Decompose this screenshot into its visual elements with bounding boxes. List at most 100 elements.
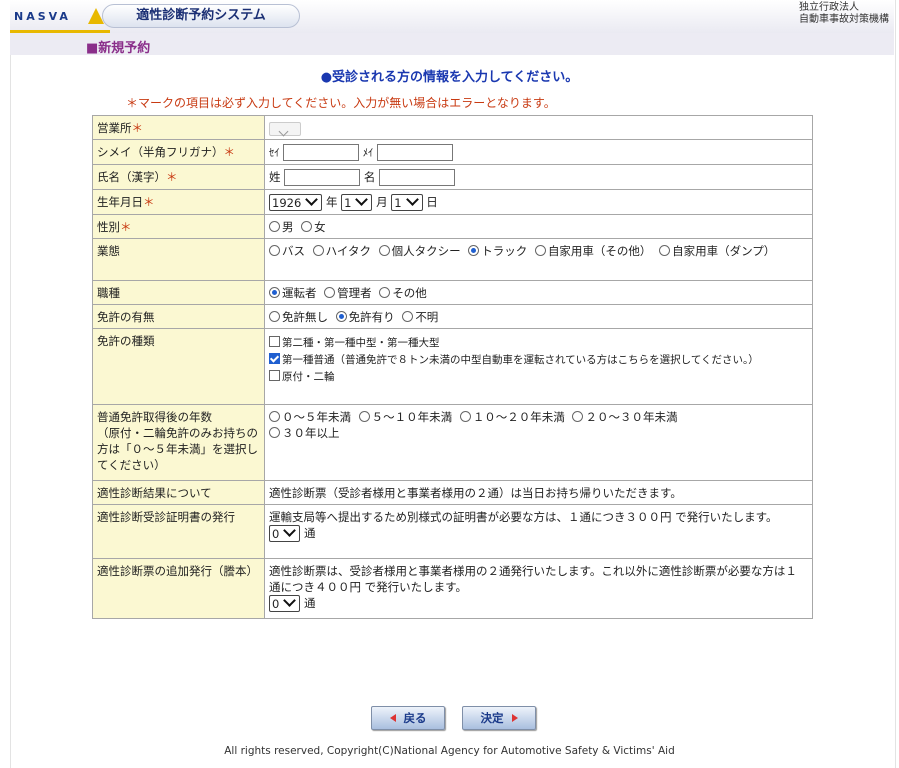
kanji-sei-label: 姓 <box>269 170 281 184</box>
certificate-text: 運輸支局等へ提出するため別様式の証明書が必要な方は、１通につき３００円 で発行い… <box>269 510 778 524</box>
row-job: 職種 運転者 管理者 その他 <box>92 280 813 305</box>
result-text: 適性診断票（受診者様用と事業者様用の２通）は当日お持ち帰りいただきます。 <box>264 480 813 505</box>
years-label: 普通免許取得後の年数 （原付・二輪免許のみお持ちの方は「０～５年未満」を選択して… <box>92 404 265 481</box>
row-birth: 生年月日＊ 1926 年 1 月 1 日 <box>92 189 813 215</box>
radio-selected <box>468 245 480 256</box>
confirm-button[interactable]: 決定 <box>462 706 536 730</box>
required-mark: ＊ <box>131 121 144 135</box>
years-option-30-plus[interactable]: ３０年以上 <box>269 426 340 440</box>
kana-label: シメイ（半角フリガナ）＊ <box>92 139 265 165</box>
row-license: 免許の有無 免許無し 免許有り 不明 <box>92 304 813 329</box>
business-option-private-taxi[interactable]: 個人タクシー <box>378 244 461 258</box>
chevron-down-icon <box>355 193 369 206</box>
extra-count-select[interactable]: 0 <box>269 594 301 612</box>
years-option-0-5[interactable]: ０～５年未満 <box>269 410 351 424</box>
row-extra: 適性診断票の追加発行（謄本） 適性診断票は、受診者様用と事業者様用の２通発行いた… <box>92 558 813 619</box>
license-type-option-2[interactable]: 第一種普通（普通免許で８トン未満の中型自動車を運転されている方はこちらを選択して… <box>269 352 784 368</box>
license-type-label: 免許の種類 <box>92 328 265 405</box>
office-label: 営業所＊ <box>92 115 265 140</box>
office-select[interactable] <box>269 121 301 136</box>
birth-year-unit: 年 <box>325 195 338 209</box>
checkbox <box>269 336 280 347</box>
org-line-2: 自動車事故対策機構 <box>799 14 889 25</box>
org-line-1: 独立行政法人 <box>799 2 859 13</box>
business-option-hire-taxi[interactable]: ハイタク <box>312 244 371 258</box>
kanji-mei-label: 名 <box>363 170 376 184</box>
row-result: 適性診断結果について 適性診断票（受診者様用と事業者様用の２通）は当日お持ち帰り… <box>92 480 813 505</box>
extra-label: 適性診断票の追加発行（謄本） <box>92 558 265 619</box>
license-option-none[interactable]: 免許無し <box>269 310 328 324</box>
arrow-right-icon <box>511 714 518 722</box>
intro-message: ●受診される方の情報を入力してください。 <box>320 70 579 85</box>
license-type-option-3[interactable]: 原付・二輪 <box>269 369 784 385</box>
logo-text: NASVA <box>14 10 71 23</box>
copyright-footer: All rights reserved, Copyright(C)Nationa… <box>224 745 675 757</box>
license-option-unknown[interactable]: 不明 <box>402 310 438 324</box>
row-business: 業態 バス ハイタク 個人タクシー トラック 自家用車（その他） 自家用車（ダン… <box>92 238 813 281</box>
birth-day-unit: 日 <box>426 195 438 209</box>
birth-month-select[interactable]: 1 <box>341 193 373 211</box>
app-title: 適性診断予約システム <box>102 4 300 28</box>
gender-option-male[interactable]: 男 <box>269 220 294 234</box>
row-kanji: 氏名（漢字）＊ 姓 名 <box>92 164 813 190</box>
patient-form: 営業所＊ シメイ（半角フリガナ）＊ ｾｲ ﾒｲ 氏名（漢字）＊ 姓 名 生年月日… <box>92 115 813 619</box>
certificate-count-select[interactable]: 0 <box>269 524 301 542</box>
required-mark: ＊ <box>120 220 132 234</box>
extra-unit: 通 <box>303 596 316 610</box>
radio-selected <box>335 311 347 322</box>
required-warning: ＊マークの項目は必ず入力してください。入力が無い場合はエラーとなります。 <box>126 96 556 110</box>
nasva-logo: NASVA <box>10 4 110 33</box>
organization-name: 独立行政法人 自動車事故対策機構 <box>799 2 889 26</box>
kana-mei-label: ﾒｲ <box>362 147 374 159</box>
checkbox-checked <box>269 353 280 364</box>
certificate-unit: 通 <box>303 526 316 540</box>
birth-label: 生年月日＊ <box>92 189 265 215</box>
job-label: 職種 <box>92 280 265 305</box>
row-kana: シメイ（半角フリガナ）＊ ｾｲ ﾒｲ <box>92 139 813 165</box>
years-option-20-30[interactable]: ２０～３０年未満 <box>572 410 677 424</box>
back-button[interactable]: 戻る <box>371 706 445 730</box>
required-mark: ＊ <box>166 170 178 184</box>
years-option-10-20[interactable]: １０～２０年未満 <box>459 410 565 424</box>
license-option-yes[interactable]: 免許有り <box>335 310 395 324</box>
birth-month-unit: 月 <box>376 195 388 209</box>
job-option-manager[interactable]: 管理者 <box>324 286 372 300</box>
business-option-bus[interactable]: バス <box>269 244 305 258</box>
certificate-label: 適性診断受診証明書の発行 <box>92 504 265 559</box>
row-certificate: 適性診断受診証明書の発行 運輸支局等へ提出するため別様式の証明書が必要な方は、１… <box>92 504 813 559</box>
license-type-option-1[interactable]: 第二種・第一種中型・第一種大型 <box>269 335 784 351</box>
kana-sei-input[interactable] <box>283 144 360 161</box>
kanji-sei-input[interactable] <box>284 169 361 186</box>
required-mark: ＊ <box>143 195 155 209</box>
business-option-private-other[interactable]: 自家用車（その他） <box>534 244 651 258</box>
job-option-other[interactable]: その他 <box>379 286 427 300</box>
kanji-mei-input[interactable] <box>378 169 455 186</box>
extra-text: 適性診断票は、受診者様用と事業者様用の２通発行いたします。これ以外に適性診断票が… <box>269 564 797 594</box>
arrow-left-icon <box>389 714 396 722</box>
chevron-down-icon <box>278 126 289 136</box>
business-option-truck[interactable]: トラック <box>468 244 527 258</box>
birth-year-select[interactable]: 1926 <box>269 193 323 211</box>
birth-day-select[interactable]: 1 <box>391 193 423 211</box>
required-mark: ＊ <box>223 145 236 159</box>
section-title: ■新規予約 <box>86 41 151 56</box>
chevron-down-icon <box>283 524 297 537</box>
result-label: 適性診断結果について <box>92 480 265 505</box>
years-option-5-10[interactable]: ５～１０年未満 <box>358 410 452 424</box>
radio-button <box>301 221 313 232</box>
row-license-type: 免許の種類 第二種・第一種中型・第一種大型 第一種普通（普通免許で８トン未満の中… <box>92 328 813 405</box>
kana-mei-input[interactable] <box>376 144 453 161</box>
checkbox <box>269 370 280 381</box>
radio-selected <box>269 287 280 298</box>
business-option-private-dump[interactable]: 自家用車（ダンプ） <box>659 244 775 258</box>
gender-option-female[interactable]: 女 <box>301 220 326 234</box>
radio-button <box>269 221 280 232</box>
row-gender: 性別＊ 男 女 <box>92 214 813 239</box>
license-label: 免許の有無 <box>92 304 265 329</box>
job-option-driver[interactable]: 運転者 <box>269 286 317 300</box>
gender-label: 性別＊ <box>92 214 265 239</box>
chevron-down-icon <box>305 193 319 206</box>
kana-sei-label: ｾｲ <box>269 147 280 159</box>
row-years: 普通免許取得後の年数 （原付・二輪免許のみお持ちの方は「０～５年未満」を選択して… <box>92 404 813 481</box>
row-office: 営業所＊ <box>92 115 813 140</box>
